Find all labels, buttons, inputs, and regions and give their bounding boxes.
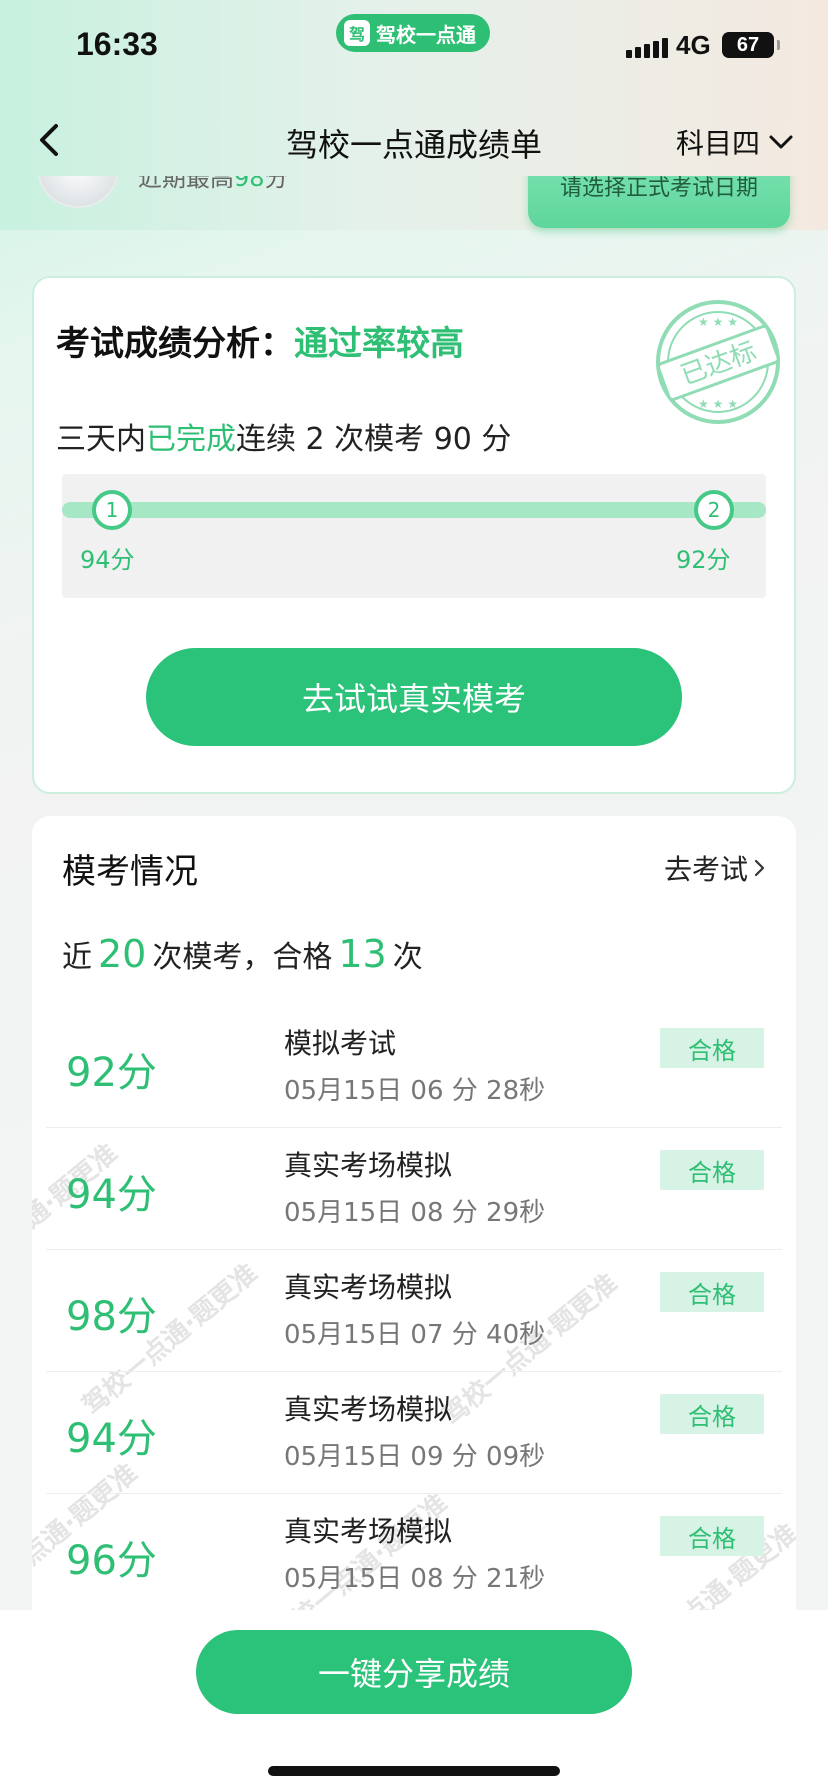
analysis-title: 考试成绩分析：通过率较高 xyxy=(56,324,464,364)
go-exam-label: 去考试 xyxy=(663,853,748,886)
pass-rate-value: 通过率较高 xyxy=(294,324,464,364)
list-item[interactable]: 94分 真实考场模拟 05月15日 09 分 09秒 合格 xyxy=(46,1372,782,1494)
nav-bar: 驾校一点通成绩单 科目四 xyxy=(0,104,828,176)
chevron-down-icon xyxy=(769,135,793,149)
app-badge[interactable]: 驾 驾校一点通 xyxy=(336,14,490,52)
app-badge-label: 驾校一点通 xyxy=(376,22,476,47)
exam-score: 94分 xyxy=(66,1172,157,1218)
progress-node-1: 1 xyxy=(92,490,132,530)
exam-time: 05月15日 06 分 28秒 xyxy=(284,1076,546,1106)
qualified-stamp-icon: 已达标 ★ ★ ★ ★ ★ ★ xyxy=(656,300,780,424)
list-item[interactable]: 98分 真实考场模拟 05月15日 07 分 40秒 合格 xyxy=(46,1250,782,1372)
mock-count: 20 xyxy=(98,932,147,976)
network-type: 4G xyxy=(676,30,711,60)
analysis-description: 三天内已完成连续 2 次模考 90 分 xyxy=(56,422,512,457)
list-item[interactable]: 96分 真实考场模拟 05月15日 08 分 21秒 合格 xyxy=(46,1494,782,1616)
subject-label: 科目四 xyxy=(675,127,760,160)
chevron-right-icon xyxy=(754,859,765,877)
progress-node-2: 2 xyxy=(694,490,734,530)
mock-section-title: 模考情况 xyxy=(62,852,198,892)
status-badge: 合格 xyxy=(660,1394,764,1434)
status-badge: 合格 xyxy=(660,1272,764,1312)
status-badge: 合格 xyxy=(660,1150,764,1190)
exam-time: 05月15日 08 分 29秒 xyxy=(284,1198,546,1228)
mock-exam-card: 模考情况 去考试 近 20 次模考，合格 13 次 驾校一点通·题更准 驾校一点… xyxy=(32,816,796,1636)
battery-icon: 67 xyxy=(722,32,780,58)
select-exam-date-button[interactable]: 请选择正式考试日期 xyxy=(528,176,790,228)
svg-text:★ ★ ★: ★ ★ ★ xyxy=(698,397,738,411)
progress-score-1: 94分 xyxy=(80,546,135,574)
exam-type: 真实考场模拟 xyxy=(284,1393,453,1426)
subject-dropdown[interactable]: 科目四 xyxy=(676,122,794,162)
exam-score: 96分 xyxy=(66,1538,157,1584)
recent-best-text: 近期最高98分 xyxy=(138,176,289,192)
svg-text:★ ★ ★: ★ ★ ★ xyxy=(698,315,738,329)
exam-type: 模拟考试 xyxy=(284,1027,397,1060)
mock-summary: 近 20 次模考，合格 13 次 xyxy=(62,932,423,976)
app-logo-icon: 驾 xyxy=(344,20,370,46)
bottom-bar: 一键分享成绩 xyxy=(0,1610,828,1792)
exam-score: 92分 xyxy=(66,1050,157,1096)
score-progress: 1 2 94分 92分 xyxy=(62,474,766,598)
exam-time: 05月15日 08 分 21秒 xyxy=(284,1564,546,1594)
home-indicator[interactable] xyxy=(268,1766,560,1776)
exam-type: 真实考场模拟 xyxy=(284,1271,453,1304)
try-real-exam-button[interactable]: 去试试真实模考 xyxy=(146,648,682,746)
go-exam-link[interactable]: 去考试 xyxy=(664,848,766,888)
mock-exam-list: 92分 模拟考试 05月15日 06 分 28秒 合格 94分 真实考场模拟 0… xyxy=(46,1006,782,1616)
status-badge: 合格 xyxy=(660,1028,764,1068)
analysis-card: 考试成绩分析：通过率较高 已达标 ★ ★ ★ ★ ★ ★ 三天内已完成连续 2 … xyxy=(32,276,796,794)
pass-count: 13 xyxy=(338,932,387,976)
exam-type: 真实考场模拟 xyxy=(284,1515,453,1548)
exam-type: 真实考场模拟 xyxy=(284,1149,453,1182)
progress-score-2: 92分 xyxy=(676,546,731,574)
scrolled-header-strip: 近期最高98分 请选择正式考试日期 xyxy=(0,176,828,240)
exam-time: 05月15日 09 分 09秒 xyxy=(284,1442,546,1472)
progress-track xyxy=(62,502,766,518)
status-bar: 16:33 驾 驾校一点通 4G 67 xyxy=(0,0,828,96)
status-time: 16:33 xyxy=(76,26,158,62)
share-score-button[interactable]: 一键分享成绩 xyxy=(196,1630,632,1714)
signal-icon xyxy=(626,36,668,58)
list-item[interactable]: 92分 模拟考试 05月15日 06 分 28秒 合格 xyxy=(46,1006,782,1128)
exam-score: 94分 xyxy=(66,1416,157,1462)
status-badge: 合格 xyxy=(660,1516,764,1556)
list-item[interactable]: 94分 真实考场模拟 05月15日 08 分 29秒 合格 xyxy=(46,1128,782,1250)
exam-score: 98分 xyxy=(66,1294,157,1340)
avatar xyxy=(38,176,118,208)
exam-time: 05月15日 07 分 40秒 xyxy=(284,1320,546,1350)
